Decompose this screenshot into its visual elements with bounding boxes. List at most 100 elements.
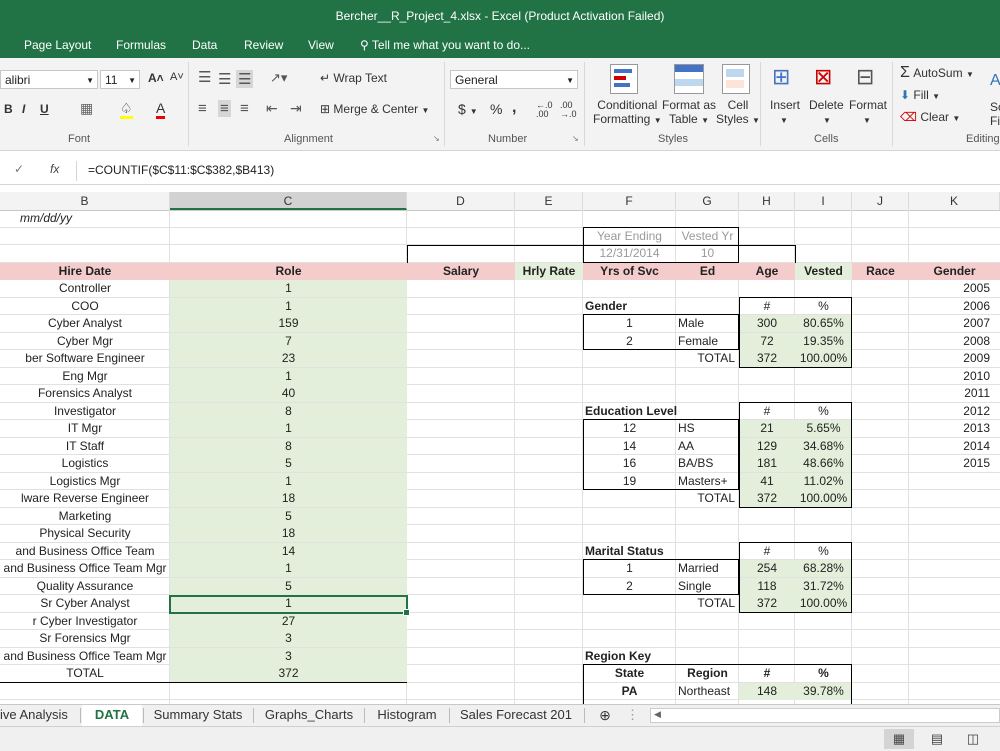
education-total-label[interactable]: TOTAL — [676, 490, 739, 507]
normal-view-icon[interactable]: ▦ — [884, 729, 914, 749]
role-count[interactable]: 7 — [170, 332, 407, 350]
role-count[interactable]: 5 — [170, 577, 407, 595]
role-name[interactable]: Quality Assurance — [0, 578, 170, 595]
role-count[interactable]: 1 — [170, 367, 407, 385]
marital-total-label[interactable]: TOTAL — [676, 595, 739, 612]
font-size-box[interactable]: 11 ▼ — [100, 70, 140, 89]
year-cell[interactable]: 2011 — [909, 385, 1000, 402]
header-race[interactable]: Race — [852, 262, 909, 280]
year-cell[interactable]: 2008 — [909, 333, 1000, 350]
education-label[interactable]: HS — [676, 420, 739, 437]
borders-icon[interactable]: ▦ — [80, 100, 93, 117]
gender-label[interactable]: Female — [676, 333, 739, 350]
education-count-header[interactable]: # — [739, 403, 795, 420]
role-name[interactable]: Forensics Analyst — [0, 385, 170, 402]
role-count[interactable]: 8 — [170, 437, 407, 455]
year-cell[interactable]: 2007 — [909, 315, 1000, 332]
vested-yr-label[interactable]: Vested Yr — [676, 228, 739, 245]
orientation-icon[interactable]: ↗▾ — [270, 70, 287, 86]
increase-decimal-icon[interactable]: ←.0.00 — [536, 101, 553, 119]
number-format-box[interactable]: General ▼ — [450, 70, 578, 89]
sheet-tab-data[interactable]: DATA — [82, 705, 142, 728]
tab-formulas[interactable]: Formulas — [116, 38, 166, 52]
page-break-view-icon[interactable]: ◫ — [958, 729, 988, 749]
cell-styles-button[interactable]: Cell Styles ▼ — [716, 98, 760, 126]
role-name[interactable]: Controller — [0, 280, 170, 297]
marital-count[interactable]: 254 — [739, 560, 795, 577]
font-color-icon[interactable]: A — [156, 100, 166, 119]
horizontal-scrollbar[interactable]: ◀ — [650, 708, 1000, 723]
column-header-d[interactable]: D — [407, 192, 515, 210]
gender-pct[interactable]: 80.65% — [795, 315, 852, 332]
column-header-f[interactable]: F — [583, 192, 676, 210]
column-header-h[interactable]: H — [739, 192, 795, 210]
column-header-g[interactable]: G — [676, 192, 739, 210]
education-label[interactable]: BA/BS — [676, 455, 739, 472]
align-center-icon[interactable]: ≡ — [218, 100, 231, 117]
vested-yr-value[interactable]: 10 — [676, 245, 739, 262]
role-count[interactable]: 1 — [170, 420, 407, 437]
font-name-box[interactable]: alibri ▼ — [0, 70, 98, 89]
sheet-tab-histogram[interactable]: Histogram — [365, 705, 449, 726]
insert-button[interactable]: Insert ▼ — [770, 98, 800, 126]
role-name[interactable]: Marketing — [0, 508, 170, 525]
gender-label[interactable]: Male — [676, 315, 739, 332]
role-count[interactable]: 8 — [170, 402, 407, 420]
shrink-font-icon[interactable]: A˅ — [170, 71, 184, 83]
header-gender[interactable]: Gender — [909, 262, 1000, 280]
marital-code[interactable]: 1 — [583, 560, 676, 577]
year-ending-value[interactable]: 12/31/2014 — [583, 245, 676, 262]
year-cell[interactable]: 2010 — [909, 368, 1000, 385]
align-left-icon[interactable]: ≡ — [198, 100, 207, 117]
education-pct-header[interactable]: % — [795, 403, 852, 420]
more-options-icon[interactable]: ⋮ — [626, 705, 639, 726]
role-name[interactable]: IT Mgr — [0, 420, 170, 437]
gender-pct[interactable]: 19.35% — [795, 332, 852, 350]
marital-label[interactable]: Single — [676, 578, 739, 595]
column-header-i[interactable]: I — [795, 192, 852, 210]
role-count[interactable]: 23 — [170, 350, 407, 367]
align-bottom-icon[interactable]: ☰ — [236, 70, 254, 88]
region-count[interactable]: 148 — [739, 682, 795, 700]
sheet-tab-graphs-charts[interactable]: Graphs_Charts — [254, 705, 364, 726]
header-age[interactable]: Age — [739, 262, 795, 280]
percent-button[interactable]: % — [490, 101, 502, 117]
underline-button[interactable]: U — [40, 102, 49, 116]
align-middle-icon[interactable]: ☰ — [218, 70, 231, 88]
worksheet-grid[interactable]: mm/dd/yy Year Ending Vested Yr 12/31/201… — [0, 210, 1000, 704]
education-count[interactable]: 21 — [739, 420, 795, 437]
role-count[interactable]: 1 — [170, 595, 407, 612]
gender-count[interactable]: 300 — [739, 315, 795, 332]
wrap-text-button[interactable]: ↵ Wrap Text — [320, 71, 387, 85]
gender-total-pct[interactable]: 100.00% — [795, 350, 852, 367]
year-cell[interactable]: 2005 — [909, 280, 1000, 297]
role-name[interactable]: and Business Office Team Mgr — [0, 648, 170, 665]
autosum-button[interactable]: Σ AutoSum ▼ — [900, 64, 974, 82]
marital-pct[interactable]: 31.72% — [795, 577, 852, 595]
marital-count-header[interactable]: # — [739, 543, 795, 560]
role-count[interactable]: 1 — [170, 297, 407, 315]
clear-button[interactable]: ⌫ Clear ▼ — [900, 110, 960, 124]
check-icon[interactable]: ✓ — [14, 162, 24, 176]
marital-label[interactable]: Married — [676, 560, 739, 577]
fill-color-icon[interactable]: ♤ — [120, 100, 133, 119]
year-cell[interactable]: 2015 — [909, 455, 1000, 472]
education-pct[interactable]: 34.68% — [795, 437, 852, 455]
role-count[interactable]: 1 — [170, 280, 407, 297]
education-code[interactable]: 12 — [583, 420, 676, 437]
year-cell[interactable]: 2014 — [909, 438, 1000, 455]
role-count[interactable]: 18 — [170, 490, 407, 507]
region-pct-header[interactable]: % — [795, 665, 852, 682]
gender-pct-header[interactable]: % — [795, 298, 852, 315]
italic-button[interactable]: I — [22, 102, 25, 116]
column-header-c[interactable]: C — [170, 192, 407, 210]
education-code[interactable]: 16 — [583, 455, 676, 472]
align-right-icon[interactable]: ≡ — [240, 100, 249, 117]
role-count[interactable]: 1 — [170, 560, 407, 577]
insert-function-button[interactable]: fx — [50, 162, 59, 176]
gender-count-header[interactable]: # — [739, 298, 795, 315]
education-code[interactable]: 14 — [583, 438, 676, 455]
year-cell[interactable]: 2013 — [909, 420, 1000, 437]
delete-button[interactable]: Delete ▼ — [809, 98, 844, 126]
education-title[interactable]: Education Level — [583, 403, 683, 420]
